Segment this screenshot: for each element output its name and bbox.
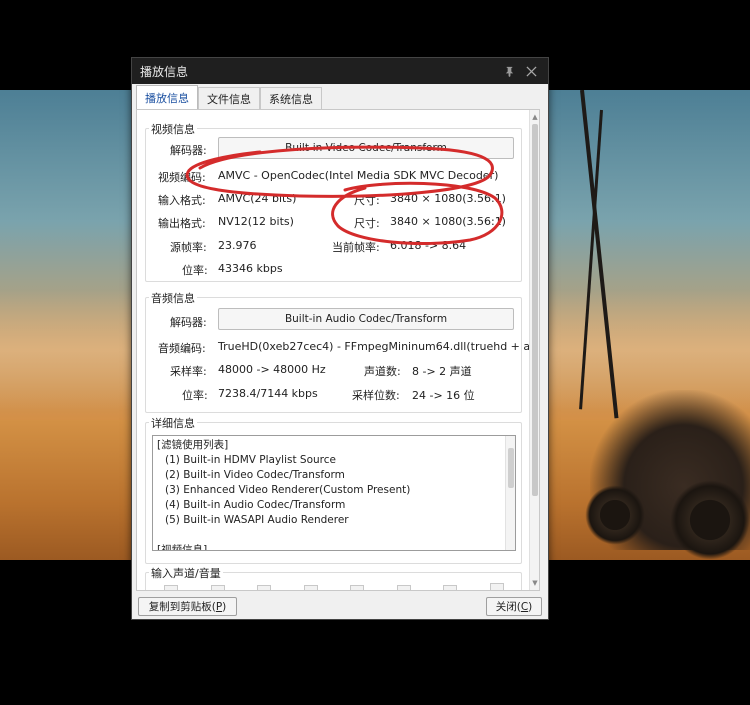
output-size-label: 尺寸:: [354, 217, 380, 230]
output-size-value: 3840 × 1080(3.56:1): [390, 215, 506, 228]
input-format-label: 输入格式:: [158, 194, 206, 207]
audio-bitrate-value: 7238.4/7144 kbps: [218, 387, 318, 400]
detail-line: (3) Enhanced Video Renderer(Custom Prese…: [165, 484, 411, 496]
video-decoder-button[interactable]: Built-in Video Codec/Transform: [218, 137, 514, 159]
audio-bitrate-label: 位率:: [182, 389, 208, 402]
detail-line: (4) Built-in Audio Codec/Transform: [165, 499, 346, 511]
volume-bars: [164, 583, 504, 590]
detail-line: [滤镜使用列表]: [157, 439, 229, 451]
dialog-title: 播放信息: [140, 64, 189, 79]
output-format-value: NV12(12 bits): [218, 215, 294, 228]
sample-rate-label: 采样率:: [170, 365, 207, 378]
input-size-value: 3840 × 1080(3.56:1): [390, 192, 506, 205]
title-bar[interactable]: 播放信息: [132, 58, 548, 84]
audio-decoder-label: 解码器:: [170, 316, 207, 329]
video-bitrate-label: 位率:: [182, 264, 208, 277]
close-button[interactable]: 关闭(C): [486, 597, 542, 616]
input-format-value: AMVC(24 bits): [218, 192, 297, 205]
detail-line: (2) Built-in Video Codec/Transform: [165, 469, 345, 481]
detail-scrollbar[interactable]: [505, 436, 515, 550]
video-codec-label: 视频编码:: [158, 171, 206, 184]
scroll-up-icon[interactable]: ▲: [530, 112, 539, 122]
current-fps-label: 当前帧率:: [332, 241, 380, 254]
output-format-label: 输出格式:: [158, 217, 206, 230]
channels-label: 声道数:: [364, 365, 401, 378]
detail-line: (1) Built-in HDMV Playlist Source: [165, 454, 336, 466]
detail-line: (5) Built-in WASAPI Audio Renderer: [165, 514, 349, 526]
video-info-title: 视频信息: [149, 121, 197, 137]
tab-panel-playback-info: 视频信息 解码器: Built-in Video Codec/Transform…: [136, 109, 540, 591]
volume-group: 输入声道/音量: [145, 565, 522, 590]
pin-icon[interactable]: [500, 62, 518, 80]
detail-info-title: 详细信息: [149, 415, 197, 431]
panel-scroll-thumb[interactable]: [532, 124, 538, 496]
source-fps-value: 23.976: [218, 239, 257, 252]
tab-playback-info[interactable]: 播放信息: [136, 85, 198, 109]
input-size-label: 尺寸:: [354, 194, 380, 207]
bit-depth-label: 采样位数:: [352, 389, 400, 402]
bit-depth-value: 24 -> 16 位: [412, 389, 475, 402]
detail-line: [视频信息]: [157, 544, 208, 551]
video-bitrate-value: 43346 kbps: [218, 262, 283, 275]
video-decoder-label: 解码器:: [170, 144, 207, 157]
volume-title: 输入声道/音量: [149, 565, 223, 581]
audio-info-title: 音频信息: [149, 290, 197, 306]
audio-info-group: 音频信息 解码器: Built-in Audio Codec/Transform…: [145, 290, 539, 413]
video-info-group: 视频信息 解码器: Built-in Video Codec/Transform…: [145, 121, 522, 282]
source-fps-label: 源帧率:: [170, 241, 207, 254]
tab-system-info[interactable]: 系统信息: [260, 87, 322, 109]
copy-to-clipboard-button[interactable]: 复制到剪贴板(P): [138, 597, 237, 616]
volume-bar: [164, 585, 178, 590]
detail-scroll-thumb[interactable]: [508, 448, 514, 488]
detail-info-textarea[interactable]: [滤镜使用列表] (1) Built-in HDMV Playlist Sour…: [152, 435, 516, 551]
volume-bar: [303, 585, 318, 590]
panel-scrollbar[interactable]: ▲ ▼: [529, 110, 539, 590]
volume-bar: [396, 585, 411, 590]
volume-bar: [443, 585, 458, 590]
tab-file-info[interactable]: 文件信息: [198, 87, 260, 109]
volume-bar: [257, 585, 272, 590]
current-fps-value: 6.018 -> 8.64: [390, 239, 467, 252]
close-icon[interactable]: [522, 62, 540, 80]
sample-rate-value: 48000 -> 48000 Hz: [218, 363, 326, 376]
tab-strip: 播放信息 文件信息 系统信息: [136, 85, 322, 109]
channels-value: 8 -> 2 声道: [412, 365, 472, 378]
detail-info-group: 详细信息 [滤镜使用列表] (1) Built-in HDMV Playlist…: [145, 415, 522, 564]
audio-decoder-button[interactable]: Built-in Audio Codec/Transform: [218, 308, 514, 330]
audio-codec-value: TrueHD(0xeb27cec4) - FFmpegMininum64.dll…: [218, 340, 540, 353]
playback-info-dialog: 播放信息 播放信息 文件信息 系统信息 视频信息 解码器: Built-in V…: [131, 57, 549, 620]
detail-line: [157, 528, 511, 543]
video-codec-value: AMVC - OpenCodec(Intel Media SDK MVC Dec…: [218, 169, 499, 182]
audio-codec-label: 音频编码:: [158, 342, 206, 355]
volume-bar: [350, 585, 365, 590]
scroll-down-icon[interactable]: ▼: [530, 578, 539, 588]
volume-bar: [489, 583, 504, 590]
volume-bar: [210, 585, 225, 590]
